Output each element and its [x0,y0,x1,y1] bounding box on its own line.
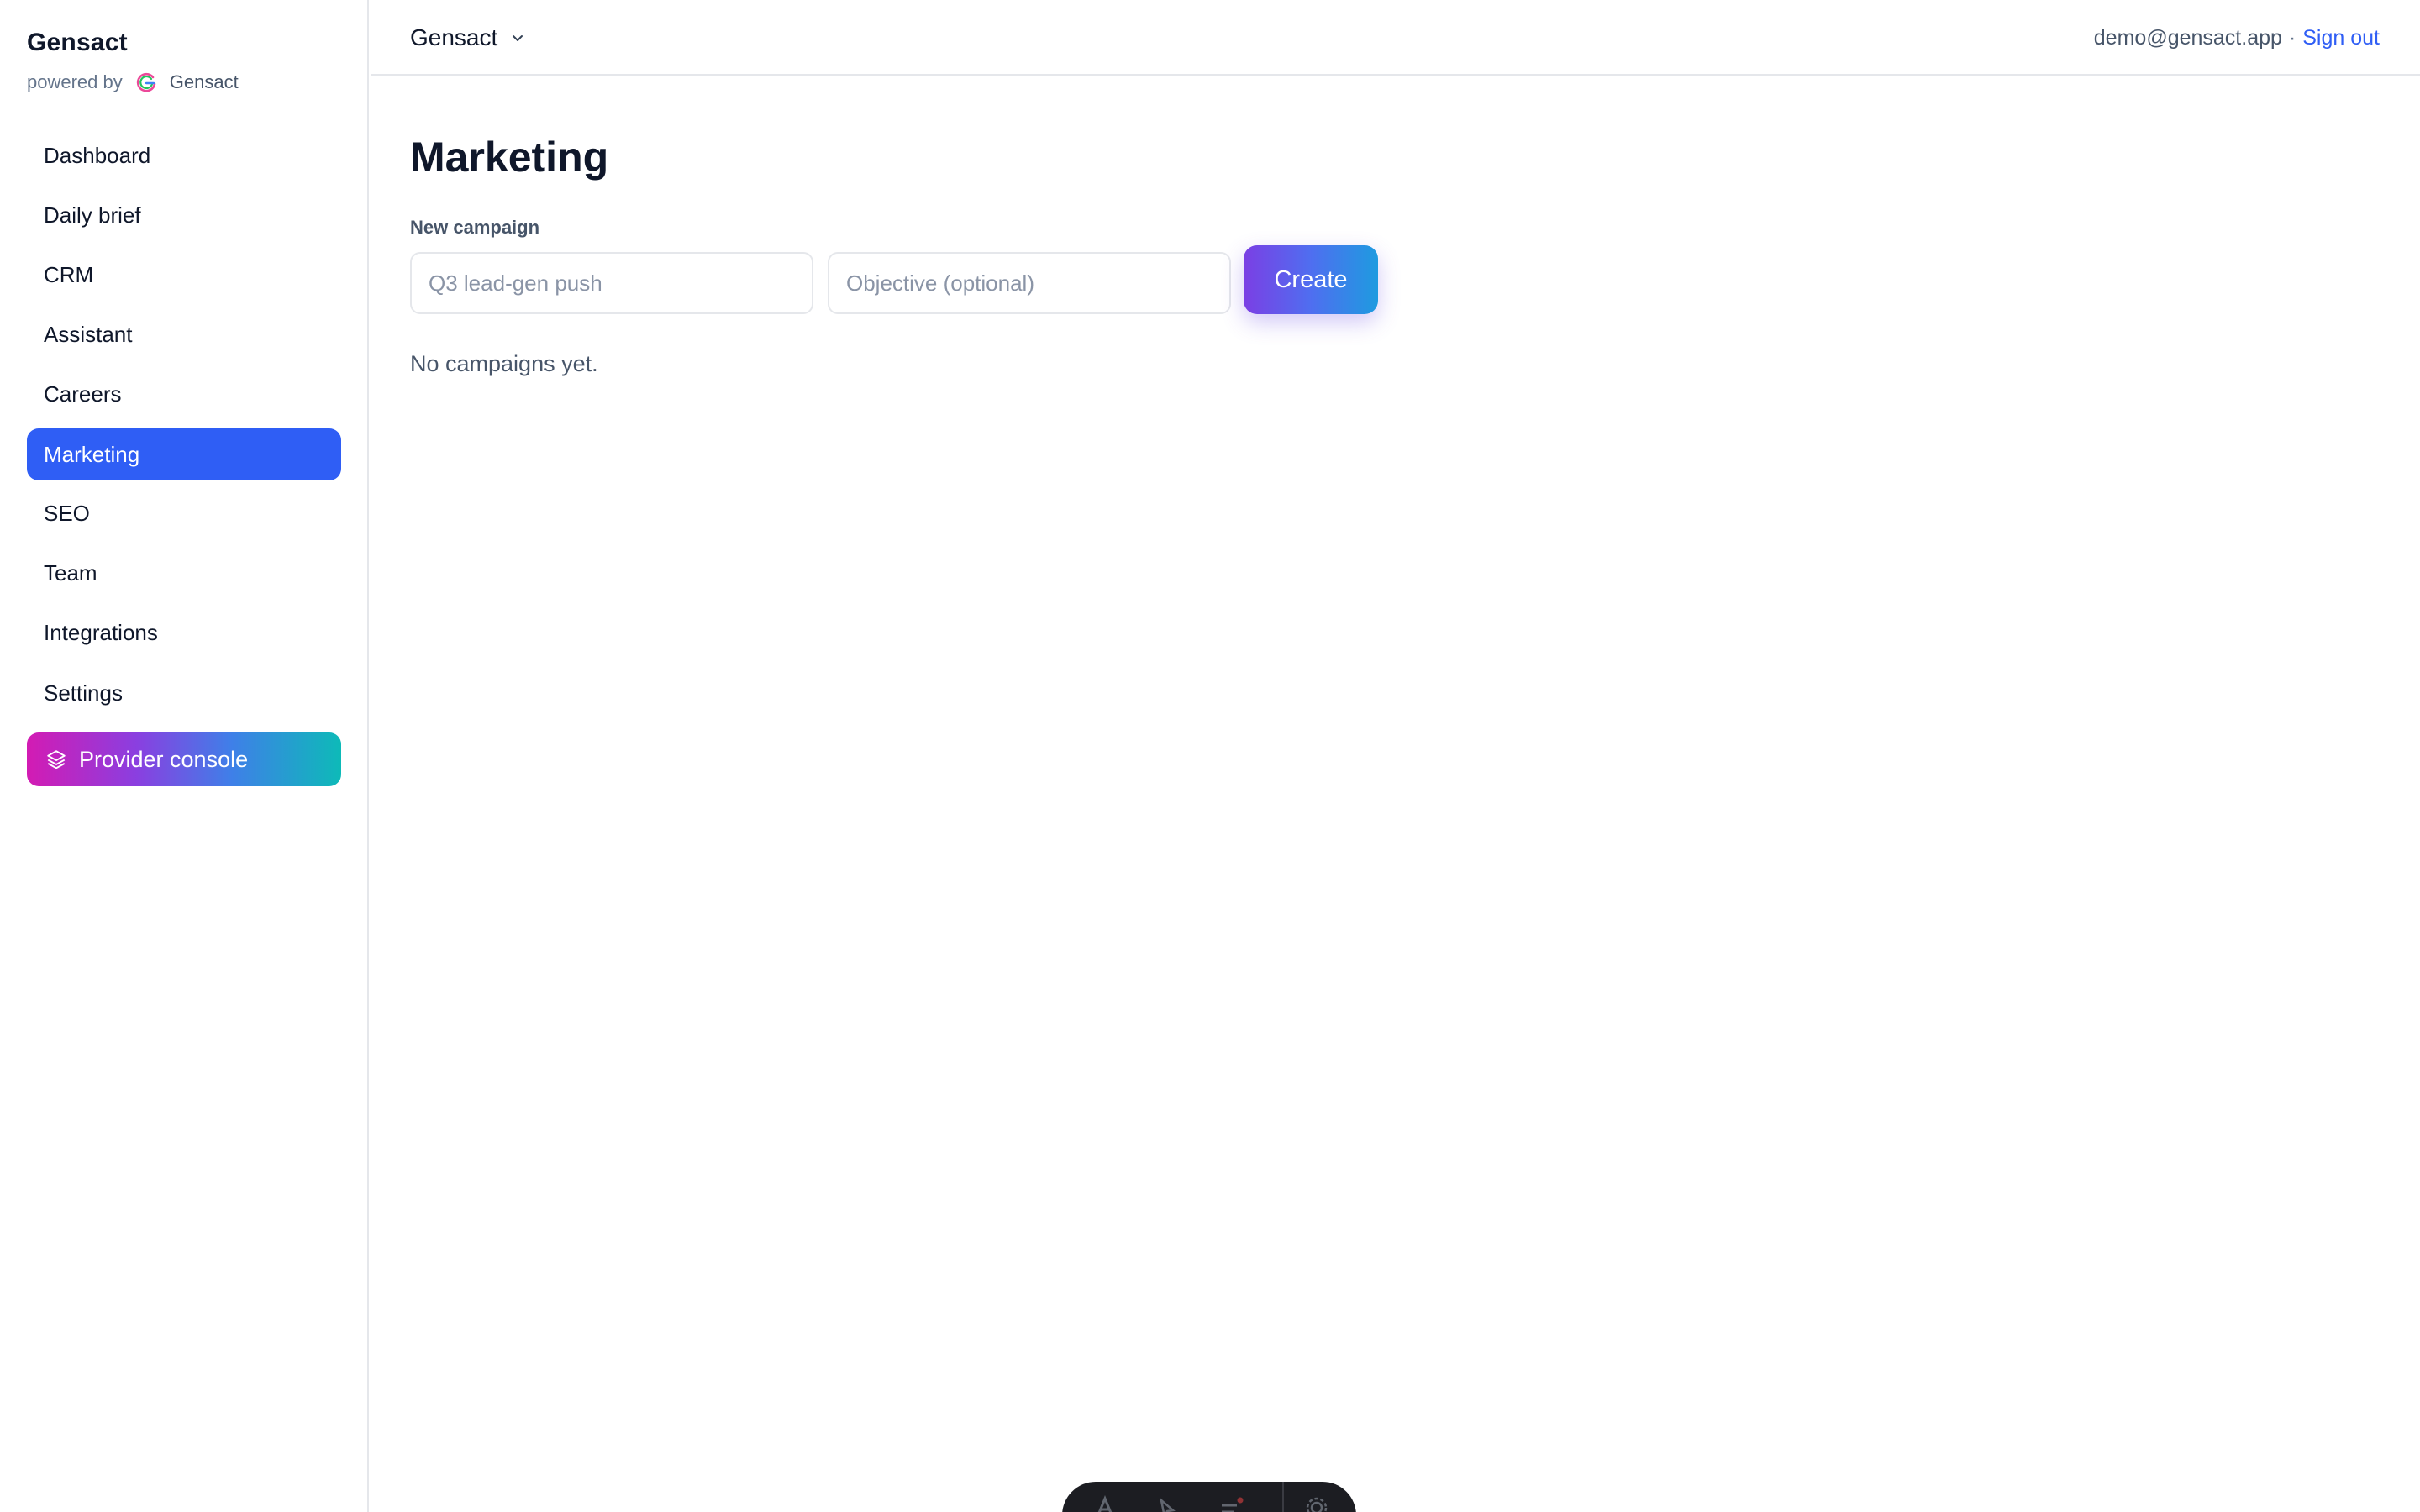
campaign-name-input[interactable] [410,252,813,314]
workspace-name: Gensact [410,24,498,50]
notifications-icon[interactable] [1218,1495,1244,1512]
empty-state-text: No campaigns yet. [410,351,598,376]
powered-by: powered by Gensact [27,69,239,96]
provider-console-label: Provider console [79,746,249,772]
chevron-down-icon [513,35,523,41]
powered-by-label: powered by [27,71,123,92]
layers-icon [47,750,66,769]
sidebar-item-integrations[interactable]: Integrations [27,606,341,659]
sidebar: Gensact powered by Gensact Dashboard Dai… [0,0,369,1512]
app-window: Gensact powered by Gensact Dashboard Dai… [0,0,2420,1512]
sidebar-item-dashboard[interactable]: Dashboard [27,129,341,181]
top-bar: Gensact demo@gensact.app · Sign out [371,0,2420,76]
sign-out-link[interactable]: Sign out [2302,26,2380,50]
brand-title: Gensact [27,29,128,56]
campaign-objective-input[interactable] [828,252,1231,314]
gear-icon[interactable] [1304,1495,1329,1512]
new-campaign-label: New campaign [410,217,540,238]
floating-toolbar [1062,1482,1356,1512]
text-icon[interactable] [1092,1495,1118,1512]
create-button[interactable]: Create [1244,245,1378,314]
sidebar-item-seo[interactable]: SEO [27,487,341,539]
workspace-switcher[interactable]: Gensact [410,22,526,54]
separator: · [2288,25,2296,50]
account-area: demo@gensact.app · Sign out [2094,22,2380,54]
sidebar-item-crm[interactable]: CRM [27,249,341,301]
sidebar-item-assistant[interactable]: Assistant [27,308,341,360]
user-email: demo@gensact.app [2093,25,2282,50]
sidebar-item-daily-brief[interactable]: Daily brief [27,189,341,241]
sidebar-item-team[interactable]: Team [27,547,341,599]
provider-console-button[interactable]: Provider console [27,732,341,786]
toolbar-divider [1282,1482,1284,1512]
powered-by-brand: Gensact [169,71,239,92]
page-title: Marketing [410,134,609,181]
sidebar-item-settings[interactable]: Settings [27,667,341,719]
pointer-icon[interactable] [1155,1495,1180,1512]
sidebar-item-marketing[interactable]: Marketing [27,428,341,480]
gensact-logo-icon [136,72,156,92]
sidebar-item-careers[interactable]: Careers [27,368,341,420]
